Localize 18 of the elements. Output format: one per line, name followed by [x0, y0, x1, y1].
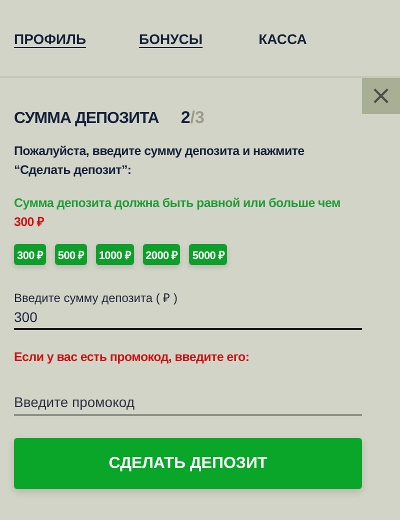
close-button[interactable]: × [362, 78, 400, 114]
nav-tab[interactable]: КАССА [258, 30, 307, 48]
amount-chip[interactable]: 5000 ₽ [189, 244, 228, 265]
amount-chip[interactable]: 500 ₽ [54, 244, 87, 265]
deposit-button[interactable]: СДЕЛАТЬ ДЕПОЗИТ [14, 438, 362, 489]
step-counter: 2/3 [180, 108, 204, 128]
promo-note: Если у вас есть промокод, введите его: [14, 350, 250, 364]
amount-chip[interactable]: 2000 ₽ [142, 244, 180, 265]
amount-chip[interactable]: 300 ₽ [14, 244, 46, 265]
panel-title: СУММА ДЕПОЗИТА [14, 110, 159, 128]
instruction-text: Пожалуйста, введите сумму депозита и нажмите “Сделать депозит”: [14, 143, 306, 179]
promo-field[interactable]: Введите промокод [14, 390, 362, 416]
field-label: Введите сумму депозита ( ₽ ) [14, 290, 179, 306]
nav-tab[interactable]: БОНУСЫ [139, 30, 203, 48]
nav-tab[interactable]: ПРОФИЛЬ [14, 30, 86, 48]
amount-field[interactable]: 300 [14, 306, 362, 330]
amount-chip[interactable]: 1000 ₽ [96, 244, 134, 265]
minimum-note: Сумма депозита должна быть равной или больше чем 300 ₽ [14, 195, 342, 231]
